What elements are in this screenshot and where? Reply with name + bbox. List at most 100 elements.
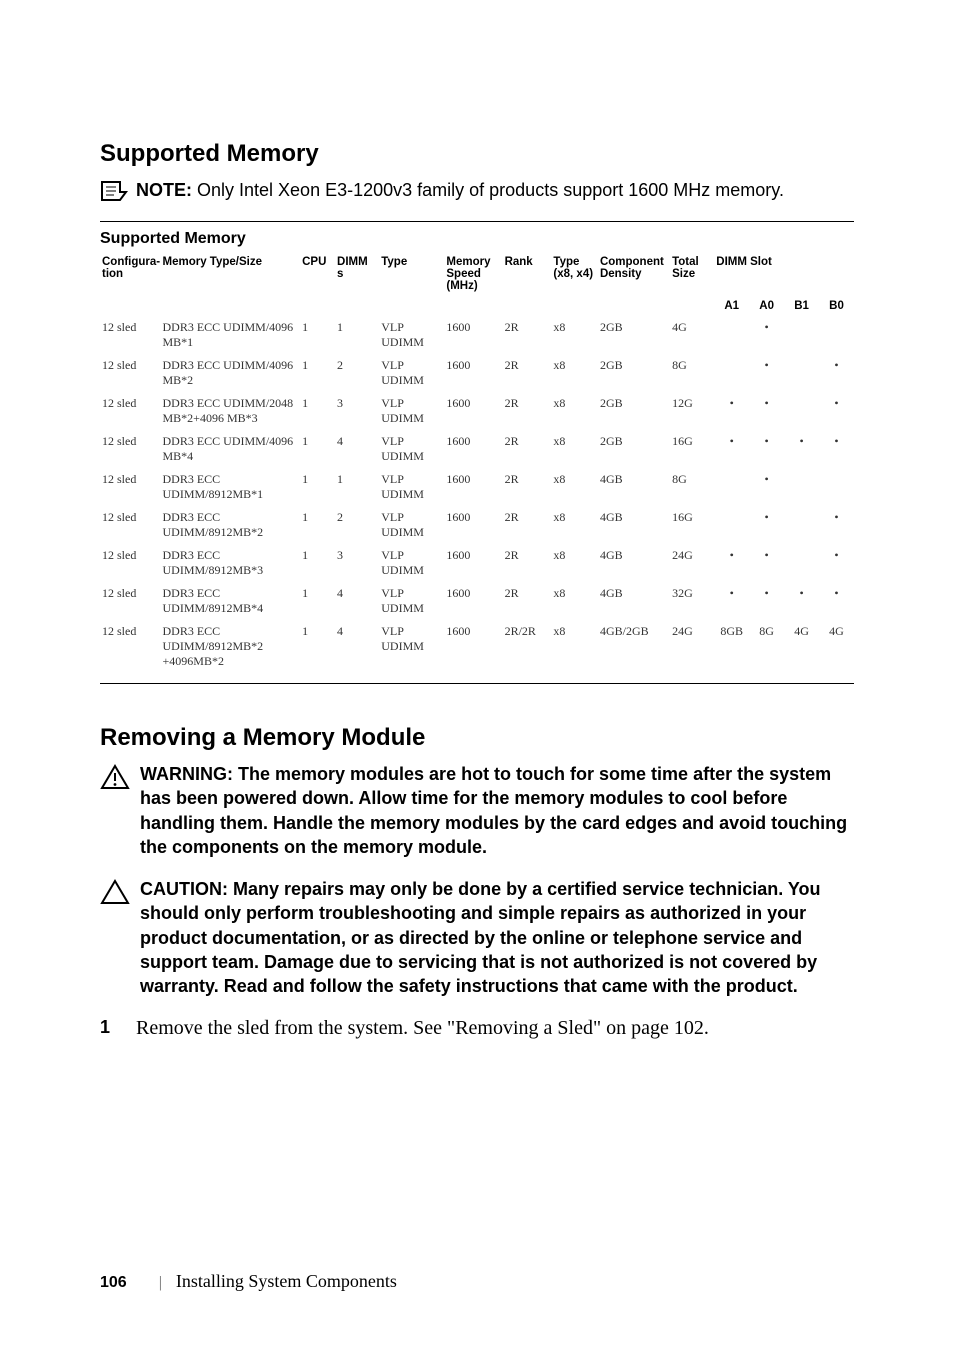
table-cell: 12 sled: [100, 582, 161, 620]
slot-cell: •: [784, 582, 819, 620]
table-cell: 2R: [503, 468, 552, 506]
slot-cell: •: [749, 316, 784, 354]
table-cell: 2R: [503, 392, 552, 430]
slot-cell: [714, 316, 749, 354]
table-cell: x8: [551, 392, 598, 430]
th-b1: B1: [784, 296, 819, 316]
table-cell: 1600: [444, 620, 502, 673]
table-cell: 2GB: [598, 354, 670, 392]
slot-cell: 8G: [749, 620, 784, 673]
table-cell: 12 sled: [100, 544, 161, 582]
step-1: 1 Remove the sled from the system. See "…: [100, 1017, 854, 1040]
table-cell: 4: [335, 620, 379, 673]
table-cell: 2R: [503, 582, 552, 620]
table-cell: VLP UDIMM: [379, 468, 444, 506]
slot-cell: 8GB: [714, 620, 749, 673]
table-cell: 16G: [670, 506, 714, 544]
slot-cell: •: [749, 430, 784, 468]
table-cell: DDR3 ECC UDIMM/4096 MB*2: [161, 354, 301, 392]
slot-cell: •: [714, 392, 749, 430]
slot-cell: •: [784, 430, 819, 468]
table-cell: 1600: [444, 354, 502, 392]
slot-cell: [784, 506, 819, 544]
slot-cell: [784, 316, 819, 354]
table-row: 12 sledDDR3 ECC UDIMM/8912MB*111VLP UDIM…: [100, 468, 854, 506]
table-row: 12 sledDDR3 ECC UDIMM/8912MB*414VLP UDIM…: [100, 582, 854, 620]
slot-cell: [819, 316, 854, 354]
table-cell: 1600: [444, 506, 502, 544]
th-memspeed: MemorySpeed(MHz): [444, 252, 502, 296]
table-cell: 12 sled: [100, 316, 161, 354]
slot-cell: •: [714, 582, 749, 620]
th-a0: A0: [749, 296, 784, 316]
slot-cell: •: [819, 392, 854, 430]
table-cell: 1: [300, 392, 335, 430]
slot-cell: [714, 354, 749, 392]
table-cell: 2R/2R: [503, 620, 552, 673]
caution-text: CAUTION: Many repairs may only be done b…: [136, 877, 854, 998]
table-cell: x8: [551, 620, 598, 673]
table-row: 12 sledDDR3 ECC UDIMM/4096 MB*212VLP UDI…: [100, 354, 854, 392]
slot-cell: 4G: [819, 620, 854, 673]
table-cell: 4: [335, 430, 379, 468]
table-cell: 1600: [444, 392, 502, 430]
slot-cell: •: [819, 354, 854, 392]
table-cell: 8G: [670, 468, 714, 506]
table-cell: 1: [300, 506, 335, 544]
table-cell: DDR3 ECC UDIMM/8912MB*3: [161, 544, 301, 582]
table-cell: VLP UDIMM: [379, 316, 444, 354]
table-cell: 12 sled: [100, 620, 161, 673]
footer-separator: |: [159, 1274, 162, 1291]
slot-cell: [784, 468, 819, 506]
slot-cell: 4G: [784, 620, 819, 673]
note-text: NOTE: Only Intel Xeon E3-1200v3 family o…: [136, 178, 784, 202]
table-cell: 2: [335, 506, 379, 544]
table-cell: 4G: [670, 316, 714, 354]
th-memtypesize: Memory Type/Size: [161, 252, 301, 296]
th-config: Configura-tion: [100, 252, 161, 296]
table-cell: 1600: [444, 316, 502, 354]
th-cpu: CPU: [300, 252, 335, 296]
table-cell: 4GB: [598, 544, 670, 582]
table-cell: VLP UDIMM: [379, 582, 444, 620]
note-lead: NOTE:: [136, 180, 192, 200]
table-cell: 12 sled: [100, 430, 161, 468]
table-cell: 4GB: [598, 506, 670, 544]
slot-cell: [714, 468, 749, 506]
warning-text: WARNING: The memory modules are hot to t…: [136, 762, 854, 859]
warning-body: The memory modules are hot to touch for …: [140, 764, 847, 857]
step-1-text: Remove the sled from the system. See "Re…: [136, 1017, 709, 1040]
table-cell: DDR3 ECC UDIMM/8912MB*2 +4096MB*2: [161, 620, 301, 673]
table-cell: 2R: [503, 506, 552, 544]
slot-cell: [714, 506, 749, 544]
table-cell: VLP UDIMM: [379, 430, 444, 468]
table-cell: 1: [300, 544, 335, 582]
table-cell: 1600: [444, 468, 502, 506]
table-cell: VLP UDIMM: [379, 392, 444, 430]
table-cell: 3: [335, 392, 379, 430]
table-cell: 1: [300, 620, 335, 673]
table-cell: 2GB: [598, 392, 670, 430]
note-icon: [100, 178, 136, 207]
chapter-title: Installing System Components: [176, 1271, 397, 1291]
table-row: 12 sledDDR3 ECC UDIMM/8912MB*2 +4096MB*2…: [100, 620, 854, 673]
th-b0: B0: [819, 296, 854, 316]
th-dimmslot: DIMM Slot: [714, 252, 854, 296]
table-cell: x8: [551, 582, 598, 620]
table-cell: 16G: [670, 430, 714, 468]
slot-cell: •: [749, 506, 784, 544]
caution-lead: CAUTION:: [140, 879, 233, 899]
table-cell: 32G: [670, 582, 714, 620]
table-title: Supported Memory: [100, 230, 854, 248]
step-list: 1 Remove the sled from the system. See "…: [100, 1017, 854, 1040]
table-row: 12 sledDDR3 ECC UDIMM/4096 MB*111VLP UDI…: [100, 316, 854, 354]
warning-block: WARNING: The memory modules are hot to t…: [100, 762, 854, 859]
table-cell: VLP UDIMM: [379, 544, 444, 582]
slot-cell: •: [749, 392, 784, 430]
table-top-rule: [100, 221, 854, 222]
table-cell: 12G: [670, 392, 714, 430]
table-cell: 2R: [503, 354, 552, 392]
table-cell: x8: [551, 506, 598, 544]
table-cell: 2R: [503, 544, 552, 582]
slot-cell: •: [819, 582, 854, 620]
